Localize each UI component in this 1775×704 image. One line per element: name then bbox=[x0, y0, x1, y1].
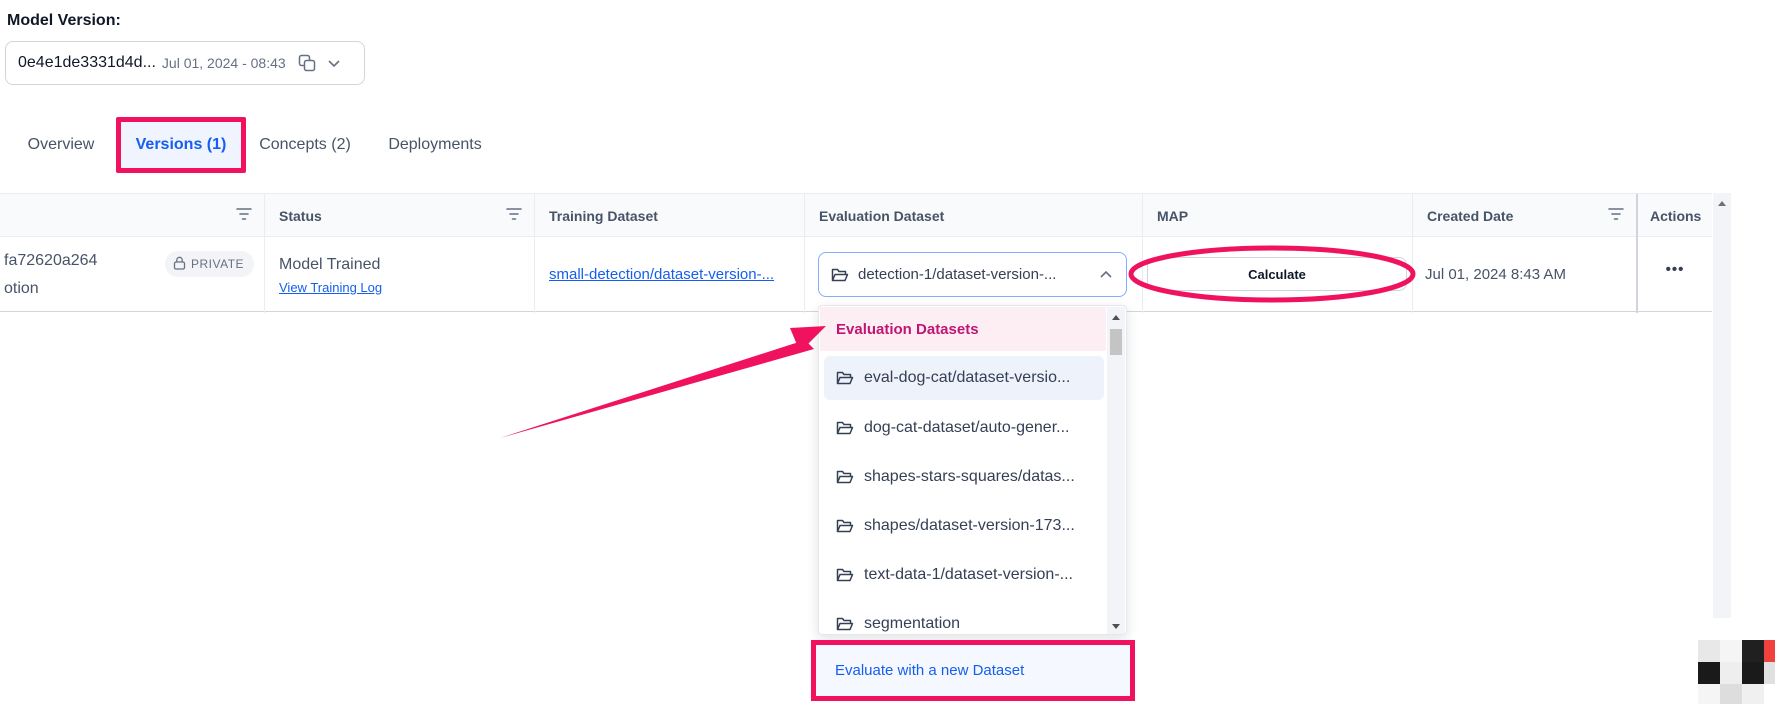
chevron-down-icon[interactable] bbox=[326, 55, 342, 71]
dropdown-item-label: dog-cat-dataset/auto-gener... bbox=[864, 419, 1070, 436]
dropdown-item-label: text-data-1/dataset-version-... bbox=[864, 566, 1073, 583]
folder-open-icon bbox=[836, 370, 854, 386]
dropdown-item-label: eval-dog-cat/dataset-versio... bbox=[864, 369, 1071, 386]
dropdown-group-header: Evaluation Datasets bbox=[820, 307, 1106, 351]
view-training-log-link[interactable]: View Training Log bbox=[279, 280, 382, 295]
private-badge: PRIVATE bbox=[165, 251, 255, 277]
evaluation-dataset-dropdown: Evaluation Datasets eval-dog-cat/dataset… bbox=[818, 305, 1127, 635]
filter-icon[interactable] bbox=[506, 207, 522, 224]
model-version-date: Jul 01, 2024 - 08:43 bbox=[161, 55, 286, 71]
tab-concepts[interactable]: Concepts (2) bbox=[252, 117, 358, 173]
corner-logo-fragment bbox=[1698, 640, 1775, 704]
filter-icon[interactable] bbox=[236, 207, 252, 224]
cell-actions: ••• bbox=[1636, 237, 1712, 313]
dropdown-item[interactable]: text-data-1/dataset-version-... bbox=[824, 553, 1104, 597]
dropdown-item-label: shapes/dataset-version-173... bbox=[864, 517, 1075, 534]
header-map-label: MAP bbox=[1157, 207, 1189, 224]
dropdown-item[interactable]: dog-cat-dataset/auto-gener... bbox=[824, 406, 1104, 450]
header-status: Status bbox=[264, 194, 534, 237]
folder-open-icon bbox=[836, 420, 854, 436]
training-dataset-link[interactable]: small-detection/dataset-version-... bbox=[549, 266, 799, 283]
lock-icon bbox=[173, 256, 186, 273]
folder-open-icon bbox=[836, 616, 854, 632]
page-scrollbar[interactable] bbox=[1713, 193, 1731, 618]
scroll-down-arrow-icon[interactable] bbox=[1111, 623, 1121, 631]
evaluate-new-dataset-button[interactable]: Evaluate with a new Dataset bbox=[811, 640, 1135, 701]
evaluation-dataset-select[interactable]: detection-1/dataset-version-... bbox=[818, 252, 1127, 297]
dropdown-item[interactable]: eval-dog-cat/dataset-versio... bbox=[824, 356, 1104, 400]
version-id: fa72620a264 bbox=[4, 252, 98, 269]
version-description: otion bbox=[4, 280, 39, 297]
tab-deployments[interactable]: Deployments bbox=[372, 117, 498, 173]
tab-overview[interactable]: Overview bbox=[12, 117, 110, 173]
scroll-up-arrow-icon[interactable] bbox=[1111, 313, 1121, 321]
dropdown-item[interactable]: shapes/dataset-version-173... bbox=[824, 504, 1104, 548]
filter-icon[interactable] bbox=[1608, 207, 1624, 224]
folder-open-icon bbox=[836, 469, 854, 485]
dropdown-scroll-thumb[interactable] bbox=[1110, 329, 1122, 355]
dropdown-item-label: segmentation bbox=[864, 615, 961, 632]
header-version-column bbox=[0, 194, 264, 237]
private-badge-label: PRIVATE bbox=[191, 257, 245, 271]
header-evaluation-label: Evaluation Dataset bbox=[819, 207, 945, 224]
annotation-arrow-shaft bbox=[500, 340, 814, 438]
dropdown-item[interactable]: shapes-stars-squares/datas... bbox=[824, 455, 1104, 499]
evaluation-dataset-value: detection-1/dataset-version-... bbox=[858, 266, 1057, 283]
header-created-label: Created Date bbox=[1427, 207, 1514, 224]
table-header: Status Training Dataset Evaluation Datas… bbox=[0, 194, 1712, 237]
header-actions: Actions bbox=[1636, 194, 1712, 237]
cell-status: Model Trained View Training Log bbox=[264, 237, 534, 313]
dropdown-item[interactable]: segmentation bbox=[824, 602, 1104, 634]
folder-open-icon bbox=[836, 518, 854, 534]
more-actions-icon[interactable]: ••• bbox=[1638, 261, 1712, 278]
header-training-dataset: Training Dataset bbox=[534, 194, 804, 237]
header-map: MAP bbox=[1142, 194, 1412, 237]
header-training-label: Training Dataset bbox=[549, 207, 658, 224]
cell-created-date: Jul 01, 2024 8:43 AM bbox=[1412, 237, 1636, 313]
model-version-label: Model Version: bbox=[7, 12, 121, 29]
chevron-up-icon[interactable] bbox=[1098, 267, 1114, 287]
cell-training-dataset: small-detection/dataset-version-... bbox=[534, 237, 804, 313]
dropdown-item-label: shapes-stars-squares/datas... bbox=[864, 468, 1075, 485]
model-version-id: 0e4e1de3331d4d... bbox=[18, 54, 156, 71]
dropdown-scrollbar[interactable] bbox=[1107, 307, 1125, 634]
calculate-button[interactable]: Calculate bbox=[1147, 257, 1407, 291]
copy-icon[interactable] bbox=[298, 54, 316, 72]
scroll-up-arrow-icon[interactable] bbox=[1717, 199, 1727, 207]
header-created-date: Created Date bbox=[1412, 194, 1636, 237]
folder-open-icon bbox=[831, 267, 849, 283]
header-status-label: Status bbox=[279, 207, 322, 224]
folder-open-icon bbox=[836, 567, 854, 583]
model-version-select[interactable]: 0e4e1de3331d4d... Jul 01, 2024 - 08:43 bbox=[5, 41, 365, 85]
header-evaluation-dataset: Evaluation Dataset bbox=[804, 194, 1142, 237]
header-actions-label: Actions bbox=[1650, 207, 1702, 224]
created-date-text: Jul 01, 2024 8:43 AM bbox=[1425, 266, 1566, 283]
tab-versions[interactable]: Versions (1) bbox=[116, 117, 246, 173]
status-text: Model Trained bbox=[279, 256, 381, 273]
